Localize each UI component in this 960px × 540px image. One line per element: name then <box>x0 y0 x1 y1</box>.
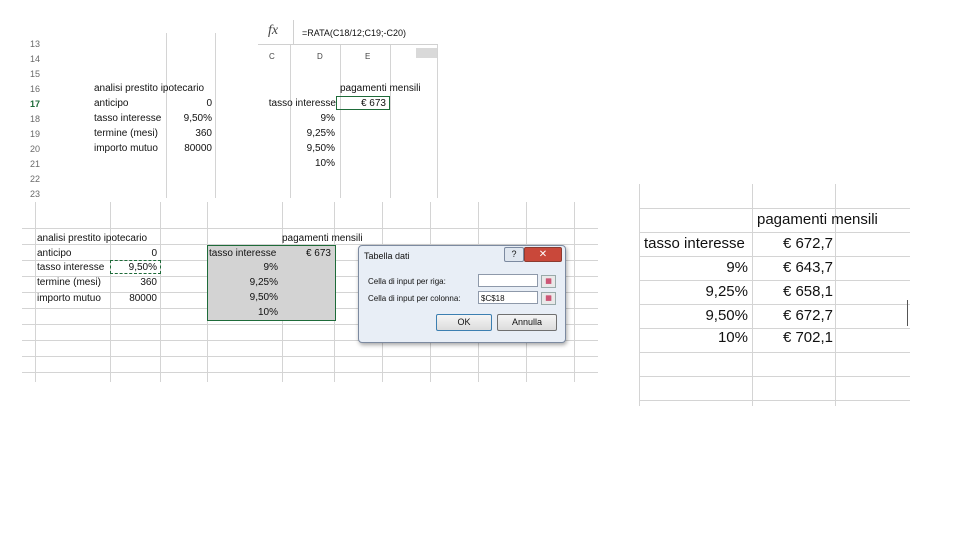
grid-line <box>390 44 391 198</box>
row-number[interactable]: 20 <box>30 143 40 155</box>
formula-text[interactable]: =RATA(C18/12;C19;-C20) <box>302 27 406 39</box>
grid-line <box>639 232 910 233</box>
row-input-label: Cella di input per riga: <box>368 277 446 286</box>
row-number[interactable]: 22 <box>30 173 40 185</box>
row-number[interactable]: 14 <box>30 53 40 65</box>
col-input-label: Cella di input per colonna: <box>368 294 461 303</box>
p3-header-value[interactable]: € 672,7 <box>755 235 833 253</box>
p3-payment[interactable]: € 672,7 <box>755 307 833 325</box>
row-number[interactable]: 15 <box>30 68 40 80</box>
p2-value-tasso[interactable]: 9,50% <box>110 262 157 274</box>
p3-payment[interactable]: € 643,7 <box>755 259 833 277</box>
p2-value-termine[interactable]: 360 <box>110 277 157 289</box>
cell-value-importo[interactable]: 80000 <box>166 143 212 155</box>
p2-right-header-value[interactable]: € 673 <box>282 248 331 260</box>
p3-title[interactable]: pagamenti mensili <box>757 211 878 229</box>
p2-value-importo[interactable]: 80000 <box>110 293 157 305</box>
row-input-field[interactable] <box>478 274 538 287</box>
p2-rate[interactable]: 9% <box>209 262 278 274</box>
row-number[interactable]: 19 <box>30 128 40 140</box>
cell-label-termine[interactable]: termine (mesi) <box>94 128 158 140</box>
panel-1: fx =RATA(C18/12;C19;-C20) C D E 13 14 15… <box>0 0 440 200</box>
range-picker-icon[interactable]: ▦ <box>541 275 556 288</box>
cell-right-title[interactable]: pagamenti mensili <box>340 83 421 95</box>
grid-line <box>639 376 910 377</box>
close-icon[interactable]: ✕ <box>524 247 562 262</box>
cell-value-tasso[interactable]: 9,50% <box>166 113 212 125</box>
row-number-selected[interactable]: 17 <box>30 98 40 110</box>
cell-rate[interactable]: 9% <box>290 113 335 125</box>
cell-right-header-value[interactable]: € 673 <box>340 98 386 110</box>
row-number[interactable]: 21 <box>30 158 40 170</box>
grid-line <box>639 352 910 353</box>
cell-label-importo[interactable]: importo mutuo <box>94 143 158 155</box>
row-number[interactable]: 13 <box>30 38 40 50</box>
grid-line <box>22 228 598 229</box>
row-number[interactable]: 18 <box>30 113 40 125</box>
cell-rate[interactable]: 9,50% <box>290 143 335 155</box>
range-picker-icon[interactable]: ▦ <box>541 292 556 305</box>
row-number[interactable]: 16 <box>30 83 40 95</box>
row-number[interactable]: 23 <box>30 188 40 200</box>
cell-rate[interactable]: 9,25% <box>290 128 335 140</box>
dialog-title: Tabella dati <box>364 251 410 261</box>
cancel-button[interactable]: Annulla <box>497 314 557 331</box>
grid-line <box>574 202 575 382</box>
column-header-selected-bg <box>416 48 437 58</box>
p2-rate[interactable]: 9,25% <box>209 277 278 289</box>
column-header-c[interactable]: C <box>269 51 275 63</box>
p3-payment[interactable]: € 702,1 <box>755 329 833 347</box>
p3-rate[interactable]: 9,25% <box>640 283 748 301</box>
grid-line <box>639 256 910 257</box>
cell-rate[interactable]: 10% <box>290 158 335 170</box>
p2-rate[interactable]: 9,50% <box>209 292 278 304</box>
p2-label-anticipo[interactable]: anticipo <box>37 248 71 260</box>
p3-payment[interactable]: € 658,1 <box>755 283 833 301</box>
grid-line <box>639 208 910 209</box>
grid-line <box>160 202 161 382</box>
grid-line <box>215 33 216 198</box>
cell-right-header-label[interactable]: tasso interesse <box>260 98 336 110</box>
grid-line <box>110 202 111 382</box>
grid-line <box>22 356 598 357</box>
grid-line <box>340 44 341 198</box>
p2-left-title[interactable]: analisi prestito ipotecario <box>37 233 147 245</box>
cell-label-anticipo[interactable]: anticipo <box>94 98 128 110</box>
cell-value-termine[interactable]: 360 <box>166 128 212 140</box>
ok-button[interactable]: OK <box>436 314 492 331</box>
p2-right-header-label[interactable]: tasso interesse <box>209 248 276 260</box>
grid-line <box>639 400 910 401</box>
grid-line <box>437 44 438 198</box>
p3-rate[interactable]: 9,50% <box>640 307 748 325</box>
grid-line <box>22 372 598 373</box>
grid-line <box>639 304 910 305</box>
column-header-d[interactable]: D <box>317 51 323 63</box>
col-input-field[interactable]: $C$18 <box>478 291 538 304</box>
help-icon[interactable]: ? <box>504 247 524 262</box>
p2-label-termine[interactable]: termine (mesi) <box>37 277 101 289</box>
cell-value-anticipo[interactable]: 0 <box>166 98 212 110</box>
p2-rate[interactable]: 10% <box>209 307 278 319</box>
p2-label-importo[interactable]: importo mutuo <box>37 293 101 305</box>
p3-rate[interactable]: 9% <box>640 259 748 277</box>
grid-line <box>639 280 910 281</box>
cell-label-tasso[interactable]: tasso interesse <box>94 113 161 125</box>
cell-left-title[interactable]: analisi prestito ipotecario <box>94 83 204 95</box>
column-header-e[interactable]: E <box>365 51 370 63</box>
p3-header-label[interactable]: tasso interesse <box>644 235 745 253</box>
p2-right-title[interactable]: pagamenti mensili <box>282 233 363 245</box>
p2-value-anticipo[interactable]: 0 <box>110 248 157 260</box>
grid-line <box>35 202 36 382</box>
fx-icon[interactable]: fx <box>268 23 290 39</box>
p3-rate[interactable]: 10% <box>640 329 748 347</box>
p2-label-tasso[interactable]: tasso interesse <box>37 262 104 274</box>
formula-bar-separator <box>293 20 294 44</box>
grid-line <box>752 184 753 406</box>
cursor-bar <box>907 300 908 326</box>
